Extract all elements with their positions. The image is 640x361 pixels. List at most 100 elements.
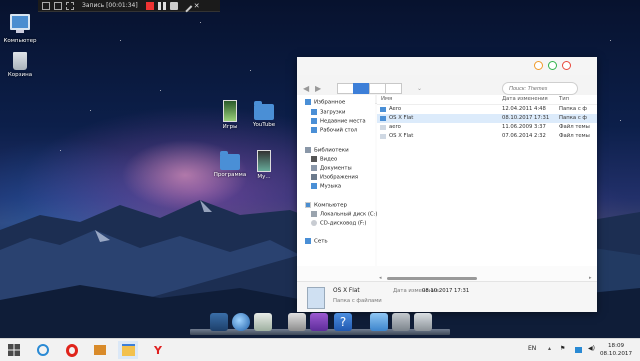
app-store-icon[interactable] (254, 313, 272, 331)
network-status-icon[interactable] (575, 347, 582, 353)
forward-icon[interactable]: ▶ (315, 84, 321, 93)
file-type: Папка с ф (559, 115, 587, 121)
table-row[interactable]: OS X Flat 07.06.2014 2:32 Файл темы (377, 132, 597, 141)
desktop-icon-label: Му... (257, 174, 271, 180)
view-list-button[interactable] (353, 83, 370, 94)
nav-computer[interactable]: Компьютер (305, 202, 347, 209)
language-indicator[interactable]: EN (528, 345, 536, 352)
column-name[interactable]: Имя (381, 96, 392, 102)
nav-network[interactable]: Сеть (305, 238, 328, 245)
close-button[interactable] (562, 61, 571, 70)
window-titlebar[interactable] (297, 57, 597, 75)
camera-icon[interactable] (169, 1, 178, 10)
taskbar: Y EN ▴ ⚑ ◀) 18:09 08.10.2017 (0, 338, 640, 361)
nav-item-recent[interactable]: Недавние места (311, 118, 366, 125)
documents-folder-icon[interactable] (370, 313, 388, 331)
desktop-icon-music[interactable]: Му... (244, 150, 284, 180)
desktop-icon (311, 127, 317, 133)
trash-icon[interactable] (414, 313, 432, 331)
nav-item-cd-drive[interactable]: CD-дисковод (F:) (311, 220, 366, 227)
grid-icon[interactable] (42, 1, 50, 10)
music-icon (257, 150, 271, 172)
folder-icon (380, 116, 386, 121)
taskbar-yandex[interactable]: Y (148, 341, 168, 359)
start-button[interactable] (4, 341, 24, 359)
selected-folder-icon (307, 287, 325, 309)
nav-libraries[interactable]: Библиотеки (305, 147, 349, 154)
stop-icon[interactable] (145, 1, 154, 10)
table-row[interactable]: Aero 12.04.2011 4:48 Папка с ф (377, 105, 597, 114)
pictures-icon (311, 174, 317, 180)
file-date: 08.10.2017 17:31 (502, 115, 550, 121)
nav-item-local-disk[interactable]: Локальный диск (C:) (311, 211, 377, 218)
nav-item-downloads[interactable]: Загрузки (311, 109, 345, 116)
taskbar-explorer[interactable] (118, 341, 138, 359)
star-icon (305, 99, 311, 105)
desktop-icon-youtube[interactable]: YouTube (244, 101, 284, 128)
view-columns-button[interactable] (369, 83, 386, 94)
close-icon[interactable]: ✕ (194, 2, 202, 10)
file-type: Файл темы (559, 124, 590, 130)
music-note-icon (311, 183, 317, 189)
nav-item-video[interactable]: Видео (311, 156, 337, 163)
volume-icon[interactable]: ◀) (588, 345, 595, 352)
library-building-icon[interactable] (392, 313, 410, 331)
clock-date: 08.10.2017 (600, 351, 633, 357)
settings-icon[interactable] (310, 313, 328, 331)
library-icon (305, 147, 311, 153)
taskbar-internet-explorer[interactable] (33, 341, 53, 359)
computer-icon (305, 202, 311, 208)
view-coverflow-button[interactable] (385, 83, 402, 94)
taskbar-opera[interactable] (62, 341, 82, 359)
search-input[interactable] (502, 82, 578, 95)
table-row[interactable]: aero 11.06.2009 3:37 Файл темы (377, 123, 597, 132)
help-icon[interactable]: ? (334, 313, 352, 331)
selected-name: OS X Flat (333, 288, 360, 294)
modified-value: 08.10.2017 17:31 (422, 288, 470, 294)
recording-status: Запись [00:01:34] (82, 2, 138, 9)
flag-icon[interactable]: ⚑ (560, 345, 565, 352)
globe-icon[interactable] (232, 313, 250, 331)
nav-favorites[interactable]: Избранное (305, 99, 345, 106)
clock[interactable]: 18:09 08.10.2017 (600, 342, 632, 358)
show-hidden-icons-icon[interactable]: ▴ (548, 345, 551, 352)
column-date[interactable]: Дата изменения (502, 96, 548, 102)
details-pane: OS X Flat Папка с файлами Дата изменения… (297, 281, 597, 312)
taskbar-media-player[interactable] (90, 341, 110, 359)
folder-icon (220, 151, 240, 170)
games-icon (223, 100, 237, 122)
desktop-icon-recycle-bin[interactable]: Корзина (0, 52, 40, 78)
column-type[interactable]: Тип (559, 96, 569, 102)
nav-section-label: Избранное (314, 99, 346, 106)
back-icon[interactable]: ◀ (303, 84, 309, 93)
file-date: 07.06.2014 2:32 (502, 133, 546, 139)
preview-icon[interactable] (288, 313, 306, 331)
monitor-icon[interactable] (54, 1, 62, 10)
pause-icon[interactable] (157, 1, 166, 10)
nav-section-label: Библиотеки (314, 147, 349, 154)
finder-icon[interactable] (210, 313, 228, 331)
nav-item-music[interactable]: Музыка (311, 183, 341, 190)
star (120, 40, 121, 41)
chevron-down-icon[interactable]: ⌄ (417, 85, 422, 92)
nav-item-label: Документы (320, 165, 352, 172)
minimize-button[interactable] (534, 61, 543, 70)
pen-icon[interactable] (179, 0, 193, 12)
scrollbar-thumb[interactable] (387, 277, 477, 280)
nav-item-pictures[interactable]: Изображения (311, 174, 358, 181)
select-area-icon[interactable] (66, 1, 74, 10)
nav-item-label: Музыка (320, 183, 342, 190)
nav-item-desktop[interactable]: Рабочий стол (311, 127, 357, 134)
desktop-icon-computer[interactable]: Компьютер (0, 14, 40, 44)
file-name: aero (389, 124, 401, 130)
file-list-header: Имя Дата изменения Тип (377, 95, 597, 105)
view-icons-button[interactable] (337, 83, 354, 94)
nav-item-documents[interactable]: Документы (311, 165, 352, 172)
media-player-icon (94, 345, 106, 355)
folder-icon (254, 101, 274, 120)
documents-icon (311, 165, 317, 171)
recycle-bin-icon (13, 52, 27, 70)
table-row-selected[interactable]: OS X Flat 08.10.2017 17:31 Папка с ф (377, 114, 597, 123)
explorer-window: ◀ ▶ ⌄ Избранное Загрузки Недавние места … (297, 57, 597, 312)
maximize-button[interactable] (548, 61, 557, 70)
